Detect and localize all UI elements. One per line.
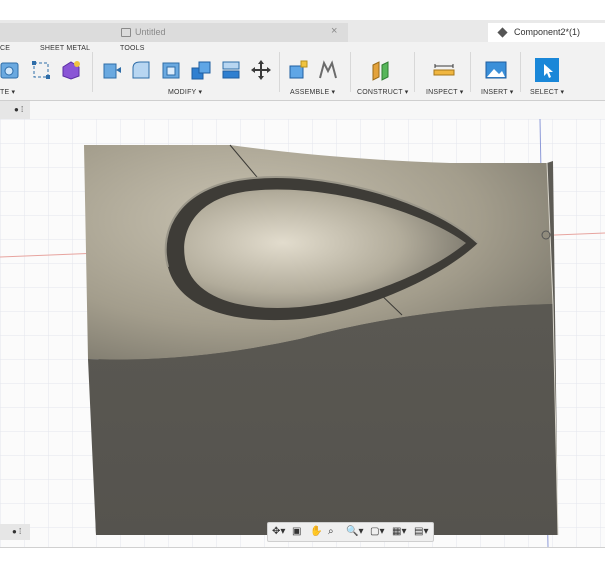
browser-toggle[interactable]: ● ⁞ bbox=[0, 101, 30, 119]
browser-strip: ● ⁞ bbox=[0, 101, 605, 119]
group-insert-label[interactable]: INSERT ▾ bbox=[481, 88, 513, 96]
menu-create[interactable]: CE bbox=[0, 45, 10, 52]
navigation-bar: ✥▾ ▣ ✋ ⌕ 🔍▾ ▢▾ ▦▾ ▤▾ bbox=[267, 522, 434, 542]
document-tab-bar: Untitled × Component2*(1) bbox=[0, 20, 605, 43]
fillet-icon[interactable] bbox=[130, 59, 152, 81]
3d-viewport[interactable] bbox=[0, 119, 605, 547]
group-modify-label[interactable]: MODIFY ▾ bbox=[168, 88, 202, 96]
display-settings-icon[interactable]: ▢▾ bbox=[370, 526, 384, 537]
window-top-bar bbox=[0, 0, 605, 20]
browser-toggle-label: ● ⁞ bbox=[14, 105, 24, 114]
group-select-label[interactable]: SELECT ▾ bbox=[530, 88, 564, 96]
joint-icon[interactable] bbox=[317, 59, 339, 81]
fit-icon[interactable]: 🔍▾ bbox=[346, 526, 363, 537]
group-inspect-label[interactable]: INSPECT ▾ bbox=[426, 88, 463, 96]
separator bbox=[520, 52, 521, 92]
replace-face-icon[interactable] bbox=[220, 59, 242, 81]
look-at-icon[interactable]: ▣ bbox=[292, 526, 301, 537]
zoom-icon[interactable]: ⌕ bbox=[328, 526, 334, 537]
separator bbox=[414, 52, 415, 92]
offset-plane-icon[interactable] bbox=[370, 59, 392, 81]
viewport-corner-control[interactable]: ● ⁞ bbox=[0, 524, 30, 540]
group-construct-label[interactable]: CONSTRUCT ▾ bbox=[357, 88, 408, 96]
tab-component[interactable]: Component2*(1) bbox=[488, 23, 605, 42]
corner-control-label: ● ⁞ bbox=[12, 527, 22, 536]
pan-icon[interactable]: ✋ bbox=[310, 526, 322, 537]
select-icon[interactable] bbox=[535, 58, 559, 82]
separator bbox=[470, 52, 471, 92]
separator bbox=[350, 52, 351, 92]
viewports-icon[interactable]: ▤▾ bbox=[414, 526, 428, 537]
viewport-scene bbox=[0, 119, 605, 547]
grid-settings-icon[interactable]: ▦▾ bbox=[392, 526, 406, 537]
tab-component-label: Component2*(1) bbox=[514, 27, 581, 37]
separator bbox=[279, 52, 280, 92]
new-component-icon[interactable] bbox=[287, 59, 309, 81]
press-pull-icon[interactable] bbox=[100, 59, 122, 81]
combine-icon[interactable] bbox=[190, 59, 212, 81]
move-icon[interactable] bbox=[250, 59, 272, 81]
orbit-icon[interactable]: ✥▾ bbox=[272, 526, 285, 537]
bottom-bar bbox=[0, 547, 605, 571]
form-icon[interactable] bbox=[60, 59, 82, 81]
box-icon[interactable] bbox=[0, 59, 22, 81]
ribbon-toolbar: CE SHEET METAL TOOLS TE ▾ MODIFY ▾ ASSEM… bbox=[0, 42, 605, 101]
tab-untitled-label: Untitled bbox=[135, 27, 166, 37]
menu-tools[interactable]: TOOLS bbox=[120, 45, 145, 52]
tab-untitled[interactable]: Untitled × bbox=[0, 23, 348, 42]
sketch-icon[interactable] bbox=[30, 59, 52, 81]
tab-close-icon[interactable]: × bbox=[331, 25, 337, 37]
measure-icon[interactable] bbox=[433, 59, 455, 81]
menu-sheet-metal[interactable]: SHEET METAL bbox=[40, 45, 90, 52]
group-create-label[interactable]: TE ▾ bbox=[0, 88, 15, 96]
group-assemble-label[interactable]: ASSEMBLE ▾ bbox=[290, 88, 335, 96]
shell-icon[interactable] bbox=[160, 59, 182, 81]
insert-image-icon[interactable] bbox=[485, 59, 507, 81]
component-icon bbox=[497, 27, 508, 38]
document-icon bbox=[121, 28, 131, 37]
separator bbox=[92, 52, 93, 92]
